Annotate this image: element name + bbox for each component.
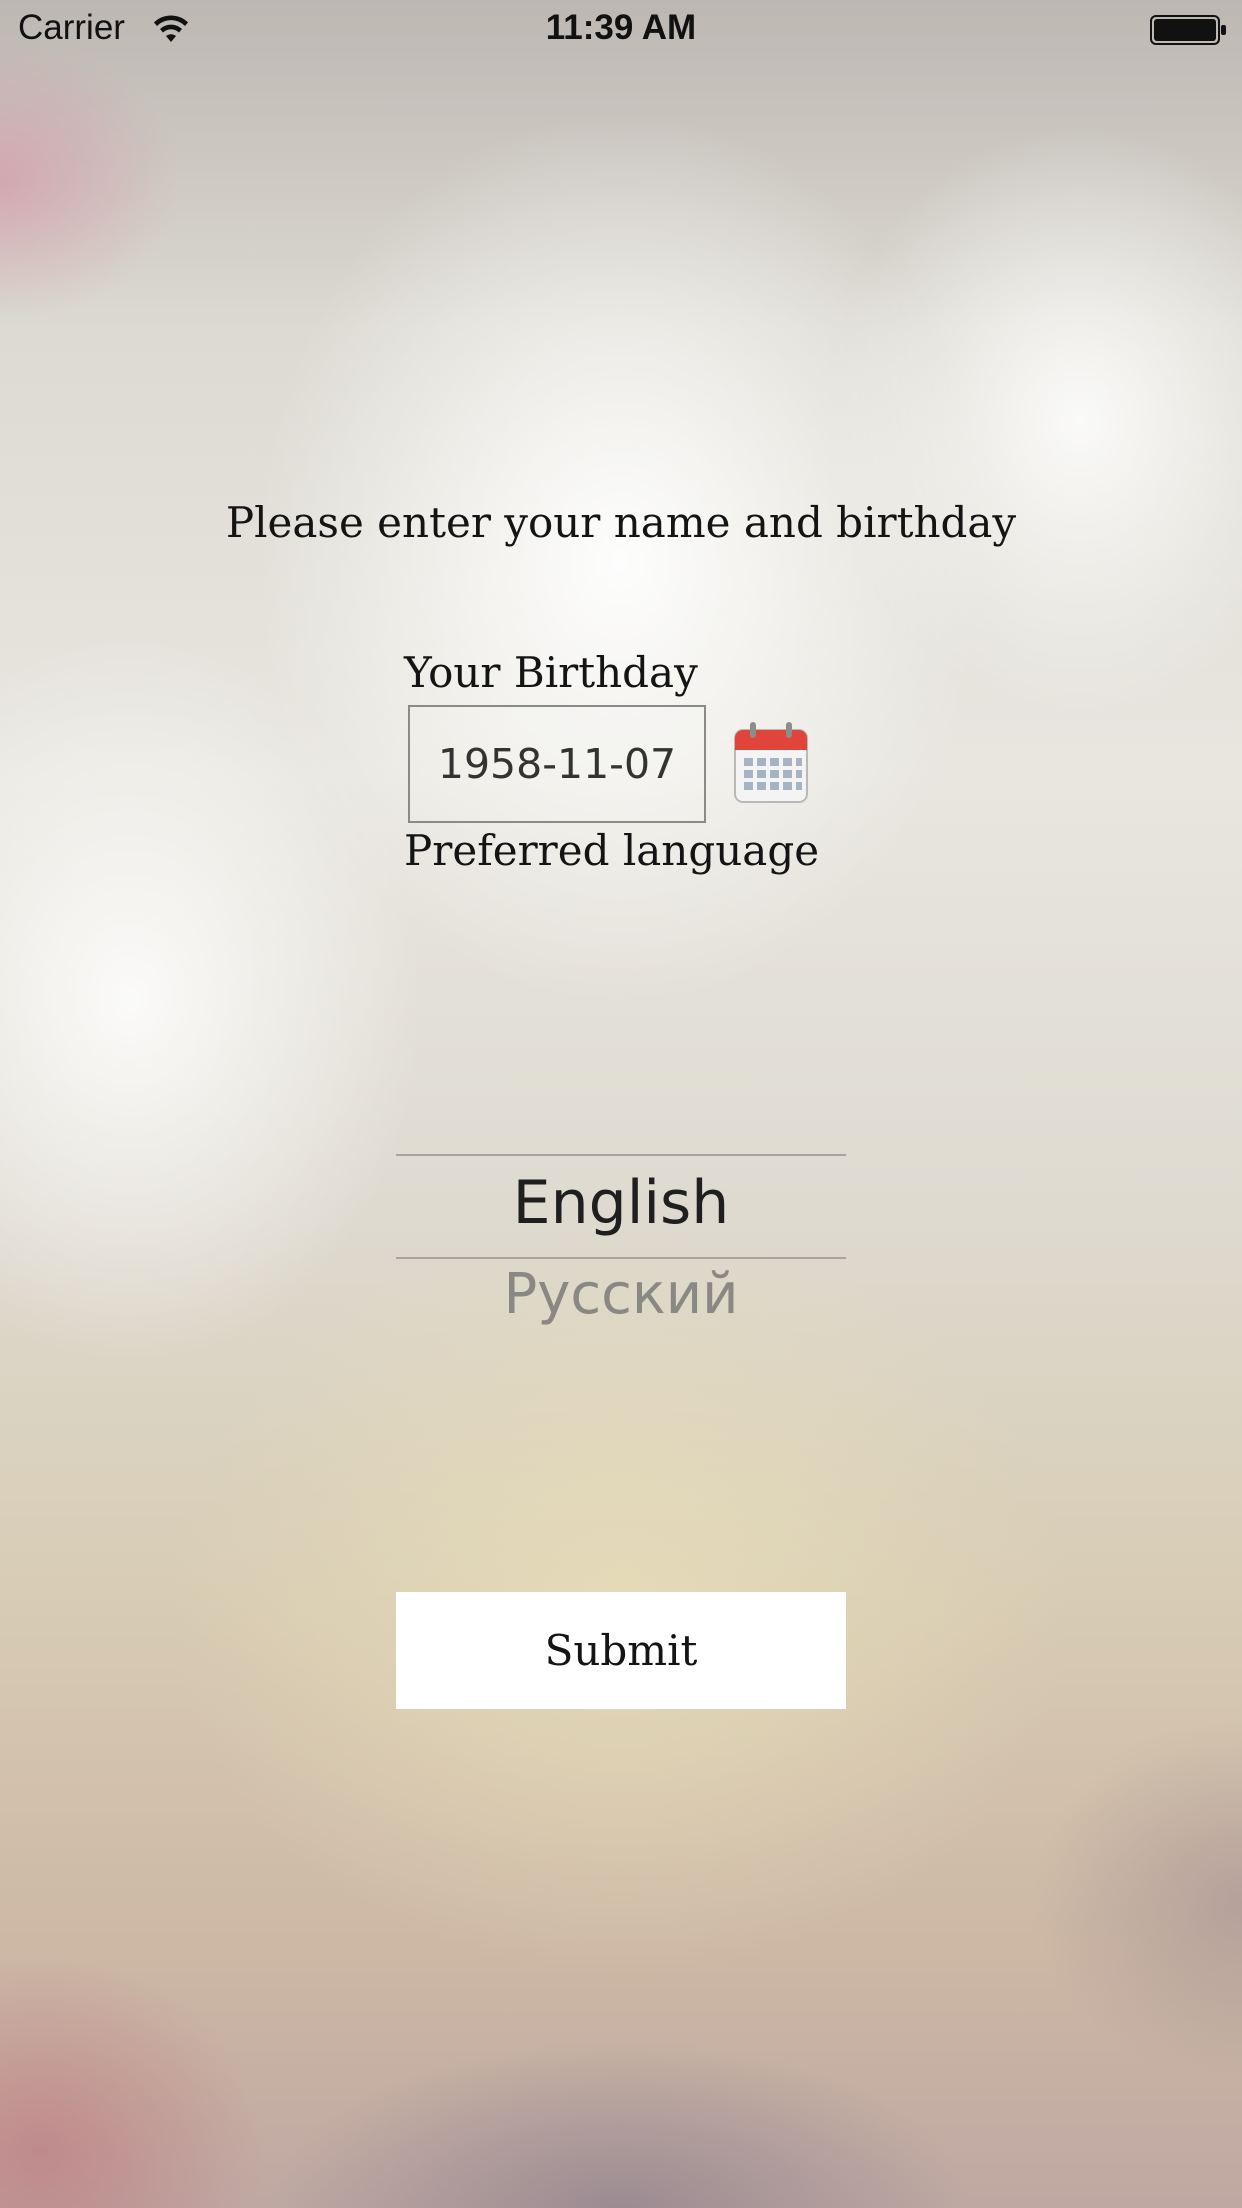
picker-top-divider [396, 1154, 846, 1156]
birthday-input[interactable]: 1958-11-07 [408, 705, 706, 823]
status-bar: Carrier 11:39 AM [0, 0, 1242, 60]
calendar-icon[interactable] [732, 720, 810, 806]
picker-option-english[interactable]: English [396, 1168, 846, 1238]
battery-full-icon [1150, 15, 1226, 45]
picker-option-russian[interactable]: Русский [396, 1262, 846, 1327]
status-time: 11:39 AM [545, 8, 697, 47]
form-prompt: Please enter your name and birthday [225, 498, 1017, 547]
submit-button[interactable]: Submit [396, 1592, 846, 1709]
language-label: Preferred language [404, 826, 820, 875]
picker-bottom-divider [396, 1257, 846, 1259]
birthday-label: Your Birthday [404, 648, 698, 697]
